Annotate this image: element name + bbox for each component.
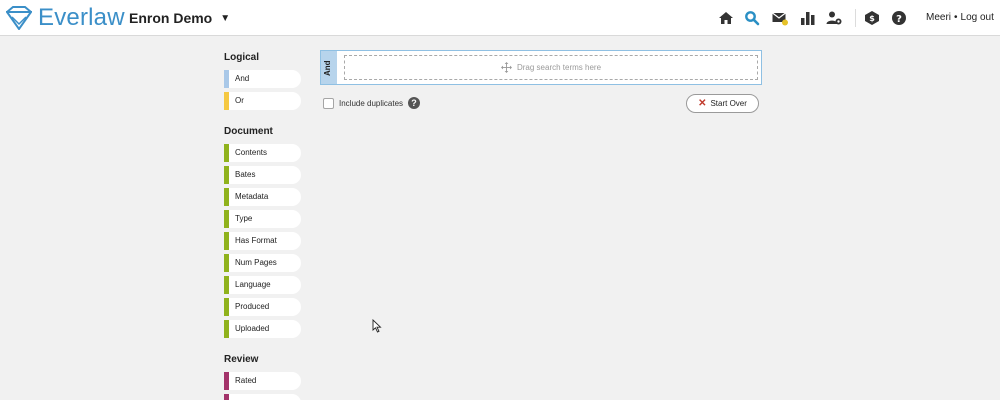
messages-icon[interactable] bbox=[772, 10, 788, 26]
term-color-bar bbox=[224, 144, 229, 162]
term-label: Metadata bbox=[235, 192, 269, 201]
svg-text:?: ? bbox=[896, 14, 902, 25]
mouse-cursor-icon bbox=[372, 319, 382, 333]
term-and[interactable]: And bbox=[224, 70, 301, 88]
term-has-format[interactable]: Has Format bbox=[224, 232, 301, 250]
project-name: Enron Demo bbox=[129, 10, 213, 26]
term-contents[interactable]: Contents bbox=[224, 144, 301, 162]
operator-tab[interactable]: And bbox=[321, 51, 337, 84]
chevron-down-icon: ▼ bbox=[220, 12, 231, 24]
start-over-label: Start Over bbox=[710, 99, 747, 108]
term-label: Type bbox=[235, 214, 253, 223]
home-icon[interactable] bbox=[718, 10, 734, 26]
term-label: And bbox=[235, 74, 250, 83]
term-bates[interactable]: Bates bbox=[224, 166, 301, 184]
search-icon[interactable] bbox=[744, 10, 760, 26]
group-title-document: Document bbox=[224, 126, 273, 137]
term-label: Produced bbox=[235, 302, 270, 311]
term-rated[interactable]: Rated bbox=[224, 372, 301, 390]
help-icon[interactable]: ? bbox=[891, 10, 907, 26]
term-color-bar bbox=[224, 298, 229, 316]
term-label: Language bbox=[235, 280, 271, 289]
include-duplicates-checkbox[interactable] bbox=[323, 97, 334, 109]
term-label: Contents bbox=[235, 148, 268, 157]
close-icon: ✕ bbox=[698, 98, 707, 109]
search-drop-zone[interactable]: Drag search terms here bbox=[344, 55, 758, 80]
include-duplicates-row: Include duplicates ? bbox=[323, 97, 421, 109]
logout-link[interactable]: Log out bbox=[961, 12, 994, 23]
term-color-bar bbox=[224, 372, 229, 390]
start-over-button[interactable]: ✕ Start Over bbox=[686, 94, 759, 113]
everlaw-logo-icon[interactable] bbox=[6, 6, 32, 30]
nav-divider bbox=[855, 9, 856, 27]
term-color-bar bbox=[224, 254, 229, 272]
term-label: Has Format bbox=[235, 236, 277, 245]
term-label: Bates bbox=[235, 170, 256, 179]
term-color-bar bbox=[224, 92, 229, 110]
group-title-review: Review bbox=[224, 354, 259, 365]
move-icon bbox=[500, 62, 512, 73]
term-metadata[interactable]: Metadata bbox=[224, 188, 301, 206]
term-label: Uploaded bbox=[235, 324, 270, 333]
search-terms-sidebar: Logical And Or Document Contents Bates M… bbox=[224, 50, 304, 400]
analytics-icon[interactable] bbox=[800, 10, 816, 26]
term-label: Num Pages bbox=[235, 258, 277, 267]
term-produced[interactable]: Produced bbox=[224, 298, 301, 316]
help-icon[interactable]: ? bbox=[408, 97, 421, 109]
term-color-bar bbox=[224, 232, 229, 250]
term-color-bar bbox=[224, 166, 229, 184]
term-color-bar bbox=[224, 276, 229, 294]
term-label: Or bbox=[235, 96, 244, 105]
term-color-bar bbox=[224, 188, 229, 206]
username[interactable]: Meeri bbox=[926, 12, 951, 23]
top-navbar: Everlaw Enron Demo ▼ $ ? Meeri • Log out bbox=[0, 0, 1000, 36]
project-selector[interactable]: Enron Demo ▼ bbox=[129, 10, 230, 26]
term-type[interactable]: Type bbox=[224, 210, 301, 228]
term-color-bar bbox=[224, 320, 229, 338]
term-or[interactable]: Or bbox=[224, 92, 301, 110]
include-duplicates-label[interactable]: Include duplicates bbox=[339, 99, 403, 108]
query-builder: And Drag search terms here bbox=[320, 50, 762, 85]
alerts-icon[interactable]: $ bbox=[864, 10, 880, 26]
term-partial[interactable] bbox=[224, 394, 301, 400]
group-title-logical: Logical bbox=[224, 52, 260, 63]
term-color-bar bbox=[224, 70, 229, 88]
drop-zone-placeholder: Drag search terms here bbox=[516, 63, 602, 72]
term-num-pages[interactable]: Num Pages bbox=[224, 254, 301, 272]
term-label: Rated bbox=[235, 376, 257, 385]
term-color-bar bbox=[224, 210, 229, 228]
term-uploaded[interactable]: Uploaded bbox=[224, 320, 301, 338]
operator-label: And bbox=[323, 60, 332, 76]
admin-icon[interactable] bbox=[826, 10, 842, 26]
term-language[interactable]: Language bbox=[224, 276, 301, 294]
term-color-bar bbox=[224, 394, 229, 400]
user-menu: Meeri • Log out bbox=[926, 12, 994, 23]
svg-text:$: $ bbox=[869, 14, 875, 23]
brand-name[interactable]: Everlaw bbox=[38, 4, 125, 32]
